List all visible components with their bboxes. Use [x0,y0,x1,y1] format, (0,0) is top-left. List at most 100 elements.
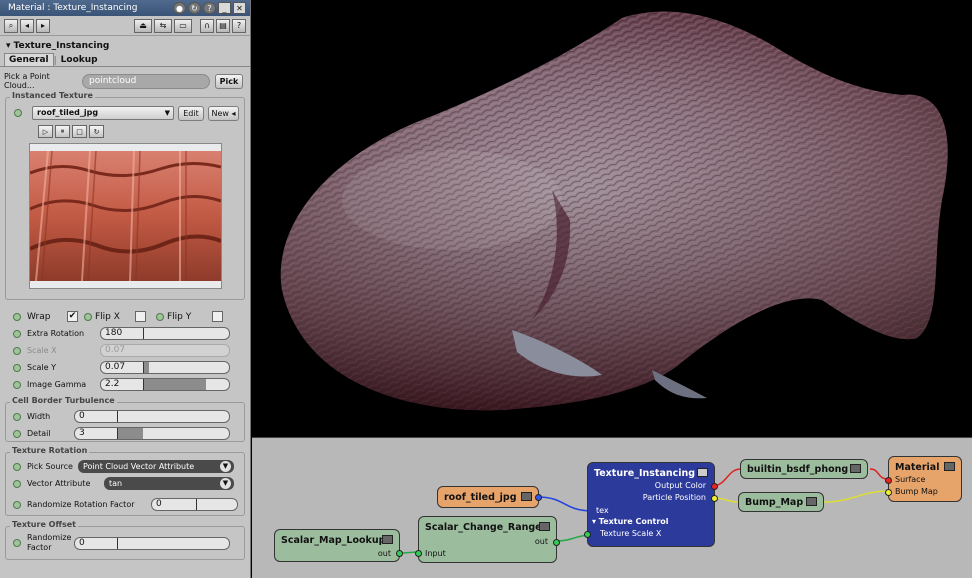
width-led-icon[interactable] [13,412,21,421]
wrap-checkbox[interactable]: ✔ [67,311,78,322]
randomize-offset-slider[interactable]: 0 [74,536,230,550]
window-titlebar: Material : Texture_Instancing ● ↻ ? _ ✕ [0,0,250,16]
scale-y-slider[interactable]: 0.07 [100,361,230,374]
node-preview-icon[interactable] [382,535,393,544]
help-icon[interactable]: ? [203,2,216,14]
lock-icon[interactable]: ● [173,2,186,14]
port-input: Input [425,549,446,558]
image-gamma-row: Image Gamma 2.2 [5,376,245,393]
input-port[interactable] [415,550,422,557]
loop-icon[interactable]: ↻ [89,125,104,138]
instanced-texture-title: Instanced Texture [10,91,95,100]
node-preview-icon[interactable] [521,492,532,501]
vector-attribute-dropdown[interactable]: tan ▼ [104,477,234,490]
flipx-checkbox[interactable] [135,311,146,322]
node-scalar-change-range[interactable]: Scalar_Change_Range out Input [415,516,560,563]
texture-scale-x-port[interactable] [584,531,591,538]
detail-label: Detail [27,429,51,438]
back-arrow-icon[interactable]: ◂ [20,18,34,33]
cell-border-group: Cell Border Turbulence Width 0 Detail 3 [5,396,245,442]
scale-x-led-icon[interactable] [13,346,21,355]
image-gamma-led-icon[interactable] [13,380,21,389]
image-gamma-value: 2.2 [105,379,120,389]
out-port[interactable] [396,550,403,557]
point-cloud-field[interactable]: pointcloud [82,73,210,89]
node-name: Texture_Instancing [13,41,110,51]
flipx-label: Flip X [95,311,120,322]
wrap-led-icon[interactable] [13,312,21,321]
image-gamma-slider[interactable]: 2.2 [100,378,230,391]
node-preview-icon[interactable] [539,522,550,531]
node-preview-icon[interactable] [806,497,817,506]
scale-x-slider: 0.07 [100,344,230,357]
close-button[interactable]: ✕ [233,2,246,14]
tab-general[interactable]: General [4,53,54,66]
help-question-icon[interactable]: ? [232,18,246,33]
pause-icon[interactable]: ⏸ [55,125,70,138]
randomize-offset-led-icon[interactable] [13,539,21,547]
texture-name: roof_tiled_jpg [37,108,99,117]
scale-y-value: 0.07 [105,362,126,372]
node-builtin-bsdf-phong[interactable]: builtin_bsdf_phong [740,459,868,479]
flipx-led-icon[interactable] [84,312,92,321]
collapse-triangle-icon[interactable]: ▾ [6,41,11,51]
inspect-icon[interactable]: ⏏ [134,18,152,33]
render-tree-graph[interactable]: roof_tiled_jpg Texture_Instancing Output… [252,437,972,578]
randomize-rotation-row: Randomize Rotation Factor 0 [6,496,244,513]
scale-y-label: Scale Y [27,363,56,372]
link-icon[interactable]: ∩ [200,18,214,33]
detail-led-icon[interactable] [13,429,21,438]
preset-icon[interactable]: ▤ [216,18,230,33]
instanced-texture-group: Instanced Texture roof_tiled_jpg ▼ Edit … [5,91,245,300]
node-preview-icon[interactable] [850,464,861,473]
detail-slider[interactable]: 3 [74,427,230,440]
node-preview-icon[interactable] [944,462,955,471]
surface-port[interactable] [885,477,892,484]
flipy-checkbox[interactable] [212,311,223,322]
render-viewport[interactable] [252,0,972,437]
output-color-port[interactable] [711,483,718,490]
node-bump-map[interactable]: Bump_Map [738,492,824,512]
connection-led-icon[interactable] [14,109,22,117]
play-icon[interactable]: ▷ [38,125,53,138]
port-bump-map: Bump Map [895,487,938,496]
output-port[interactable] [535,494,542,501]
scale-y-led-icon[interactable] [13,363,21,372]
pick-source-led-icon[interactable] [13,462,21,471]
extra-rotation-value: 180 [105,328,123,338]
out-port[interactable] [553,539,560,546]
node-scalar-map-lookup[interactable]: Scalar_Map_Lookup out [274,529,403,562]
pick-button[interactable]: Pick [215,73,243,89]
flipy-led-icon[interactable] [156,312,164,321]
pick-source-dropdown[interactable]: Point Cloud Vector Attribute ▼ [78,460,234,473]
search-icon[interactable]: ⌕ [4,18,18,33]
vector-attribute-led-icon[interactable] [13,479,21,488]
port-output-color: Output Color [654,481,706,490]
pick-source-label: Pick Source [27,462,73,471]
node-roof-tiled-jpg[interactable]: roof_tiled_jpg [437,486,542,508]
texture-control-section[interactable]: ▾ Texture Control [592,517,669,526]
stop-icon[interactable]: □ [72,125,87,138]
scale-x-row: Scale X 0.07 [5,342,245,359]
randomize-rotation-led-icon[interactable] [13,500,21,509]
new-button[interactable]: New ◂ [208,105,239,121]
node-header[interactable]: ▾ Texture_Instancing [0,39,250,53]
extra-rotation-led-icon[interactable] [13,329,21,338]
forward-arrow-icon[interactable]: ▸ [36,18,50,33]
width-slider[interactable]: 0 [74,410,230,423]
texture-dropdown[interactable]: roof_tiled_jpg ▼ [32,106,174,120]
refresh-icon[interactable]: ↻ [188,2,201,14]
minimize-button[interactable]: _ [218,2,231,14]
node-material[interactable]: Material Surface Bump Map [885,456,962,502]
node-preview-icon[interactable] [697,468,708,477]
randomize-rotation-slider[interactable]: 0 [151,498,238,511]
view-icon[interactable]: ▭ [174,18,192,33]
particle-position-port[interactable] [711,495,718,502]
extra-rotation-slider[interactable]: 180 [100,327,230,340]
navigate-icon[interactable]: ⇆ [154,18,172,33]
node-texture-instancing[interactable]: Texture_Instancing Output Color Particle… [584,462,718,547]
tab-lookup[interactable]: Lookup [57,54,102,66]
bump-map-port[interactable] [885,489,892,496]
edit-button[interactable]: Edit [178,105,204,121]
randomize-rotation-label: Randomize Rotation Factor [27,500,135,509]
